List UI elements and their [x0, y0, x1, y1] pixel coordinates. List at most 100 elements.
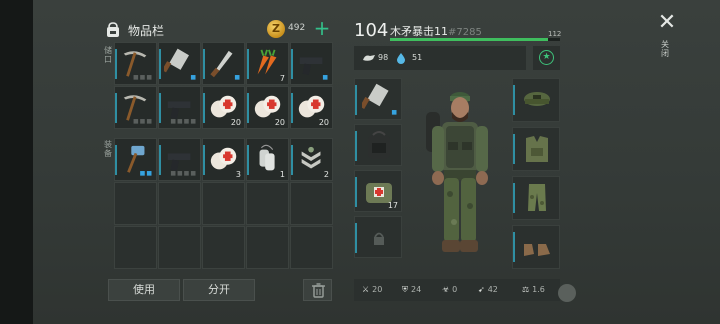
defense-stat: ⛨ 24: [402, 285, 421, 295]
pants-icon: [528, 184, 546, 211]
food-icon: [363, 55, 375, 61]
equipment-slot-left[interactable]: 17: [354, 170, 402, 212]
character-name-line: 木矛暴击11#7285: [390, 23, 482, 39]
inventory-slot[interactable]: [246, 226, 289, 269]
vest-icon: [526, 136, 548, 162]
running-icon: ➹: [478, 285, 485, 294]
inventory-slot[interactable]: 3: [202, 138, 245, 181]
equipment-slot-right[interactable]: [512, 78, 560, 122]
equipment-slot-right[interactable]: [512, 225, 560, 269]
item-count: 7: [279, 74, 285, 83]
inventory-slot[interactable]: ■: [290, 42, 333, 85]
equipment-slot-left[interactable]: [354, 124, 402, 166]
durability-dots: ■: [391, 109, 398, 116]
slot-accent: [115, 49, 117, 79]
inventory-slot[interactable]: ■■■: [114, 42, 157, 85]
slot-accent: [355, 223, 357, 253]
slot-accent: [513, 134, 515, 164]
trash-icon: [312, 283, 325, 298]
toxic-value: 0: [452, 285, 458, 294]
inventory-slot[interactable]: [158, 226, 201, 269]
lock-icon: [374, 232, 384, 245]
equipment-slot-right[interactable]: [512, 176, 560, 220]
item-count: 20: [274, 118, 285, 127]
close-icon[interactable]: ✕: [656, 12, 678, 34]
slot-accent: [115, 145, 117, 175]
player-level: 104: [354, 20, 389, 41]
combat-stats: ⚔ 20 ⛨ 24 ☣ 0 ➹ 42 ⚖ 1.6: [354, 279, 560, 301]
inventory-slot[interactable]: ■■■■: [158, 86, 201, 129]
left-frame: [0, 0, 33, 324]
slot-accent: [291, 49, 293, 79]
equipment-slot-left[interactable]: [354, 216, 402, 258]
equipment-slot-right[interactable]: [512, 127, 560, 171]
side-label-equip: 装备: [104, 140, 112, 158]
inventory-slot[interactable]: 20: [202, 86, 245, 129]
perks-button[interactable]: ★: [533, 46, 560, 70]
item-count: 20: [318, 118, 329, 127]
coin-icon: Z: [267, 20, 285, 38]
inventory-slot[interactable]: ■■■: [114, 86, 157, 129]
item-count: 3: [235, 170, 241, 179]
durability-dots: ■: [190, 74, 197, 81]
attack-value: 20: [372, 285, 383, 294]
durability-dots: ■: [322, 74, 329, 81]
info-round-button[interactable]: [558, 284, 576, 302]
item-count: 2: [323, 170, 329, 179]
inventory-slot[interactable]: [246, 182, 289, 225]
trash-button[interactable]: [303, 279, 332, 301]
speed-value: 42: [487, 285, 498, 294]
inventory-slot[interactable]: 7: [246, 42, 289, 85]
star-icon: ★: [539, 50, 554, 65]
inventory-slot[interactable]: ■: [202, 42, 245, 85]
inventory-slot[interactable]: [202, 226, 245, 269]
inventory-slot[interactable]: [290, 226, 333, 269]
backpack-icon: [107, 22, 119, 37]
speed-stat: ➹ 42: [478, 285, 498, 294]
weight-value: 1.6: [532, 285, 545, 294]
slot-accent: [115, 93, 117, 123]
inventory-header: 物品栏: [104, 18, 164, 42]
backpack-icon: [368, 131, 390, 159]
slot-accent: [159, 49, 161, 79]
water-value: 51: [412, 53, 423, 62]
slot-accent: [247, 49, 249, 79]
split-button[interactable]: 分开: [183, 279, 255, 301]
inventory-slot[interactable]: 20: [246, 86, 289, 129]
slot-accent: [159, 145, 161, 175]
slot-accent: [513, 232, 515, 262]
durability-dots: ■: [234, 74, 241, 81]
shield-icon: ⛨: [402, 285, 408, 294]
inventory-slot[interactable]: [114, 226, 157, 269]
slot-accent: [159, 93, 161, 123]
slot-accent: [247, 145, 249, 175]
inventory-slot[interactable]: [158, 182, 201, 225]
character-id: #7285: [448, 27, 482, 38]
inventory-slot[interactable]: ■: [158, 42, 201, 85]
boots-icon: [524, 244, 550, 256]
slot-accent: [355, 177, 357, 207]
inventory-slot[interactable]: [202, 182, 245, 225]
defense-value: 24: [411, 285, 422, 294]
slot-accent: [513, 183, 515, 213]
inventory-slot[interactable]: 2: [290, 138, 333, 181]
inventory-slot[interactable]: [114, 182, 157, 225]
toxic-stat: ☣ 0: [442, 285, 457, 294]
character-model: [426, 92, 488, 252]
inventory-slot[interactable]: [290, 182, 333, 225]
slot-accent: [203, 49, 205, 79]
inventory-slot[interactable]: 1: [246, 138, 289, 181]
inventory-slot[interactable]: ■■: [114, 138, 157, 181]
use-button[interactable]: 使用: [108, 279, 180, 301]
inventory-slot[interactable]: ■■■■: [158, 138, 201, 181]
item-count: 1: [279, 170, 285, 179]
durability-dots: ■■: [139, 170, 153, 177]
durability-dots: ■■■■: [170, 118, 197, 125]
inventory-title: 物品栏: [128, 23, 165, 38]
food-value: 98: [378, 53, 389, 62]
survival-stats: 98 51: [354, 46, 526, 70]
equipment-slot-left[interactable]: ■: [354, 78, 402, 120]
add-coins-button[interactable]: +: [313, 18, 331, 38]
inventory-slot[interactable]: 20: [290, 86, 333, 129]
slot-accent: [291, 93, 293, 123]
